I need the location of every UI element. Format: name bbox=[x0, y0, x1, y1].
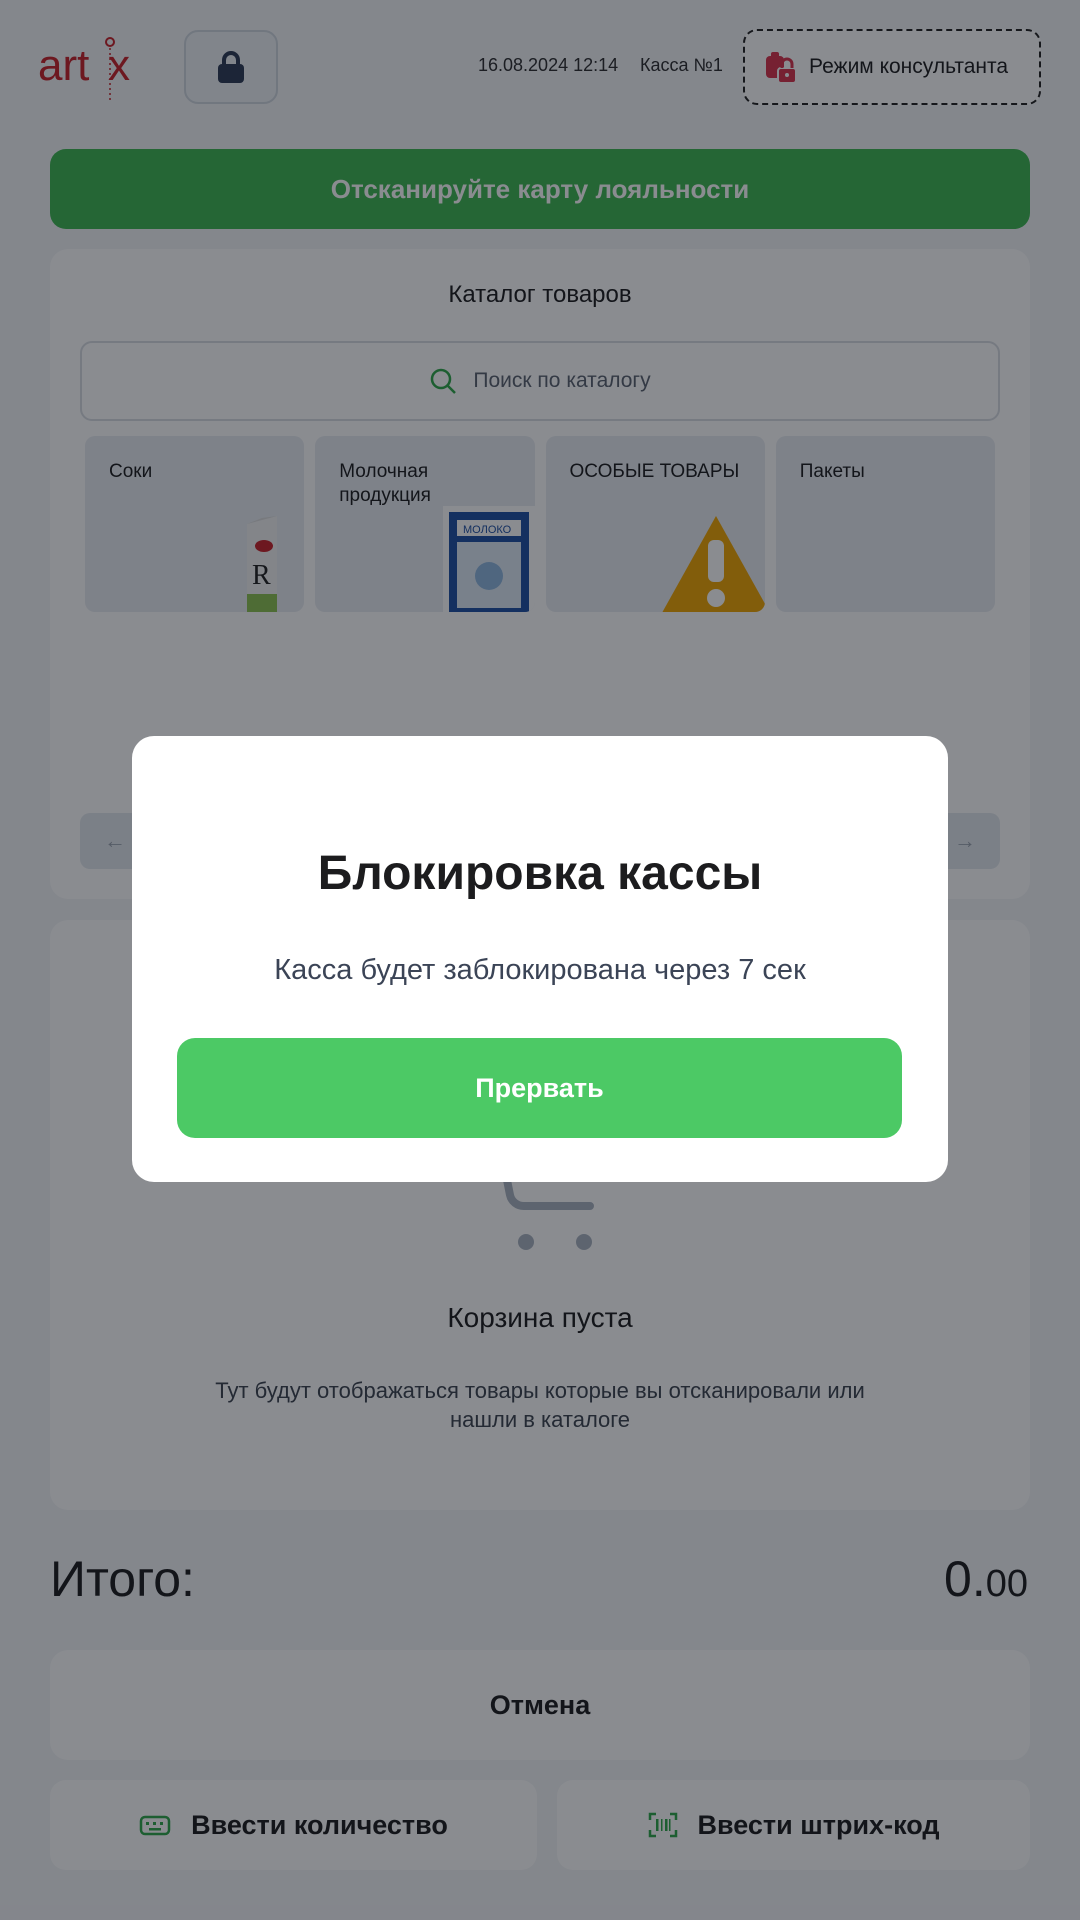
dialog-title: Блокировка кассы bbox=[317, 847, 763, 900]
abort-button[interactable]: Прервать bbox=[177, 1038, 902, 1138]
dialog-message: Касса будет заблокирована через 7 сек bbox=[274, 954, 806, 986]
lock-register-dialog: Блокировка кассы Касса будет заблокирова… bbox=[132, 736, 948, 1182]
